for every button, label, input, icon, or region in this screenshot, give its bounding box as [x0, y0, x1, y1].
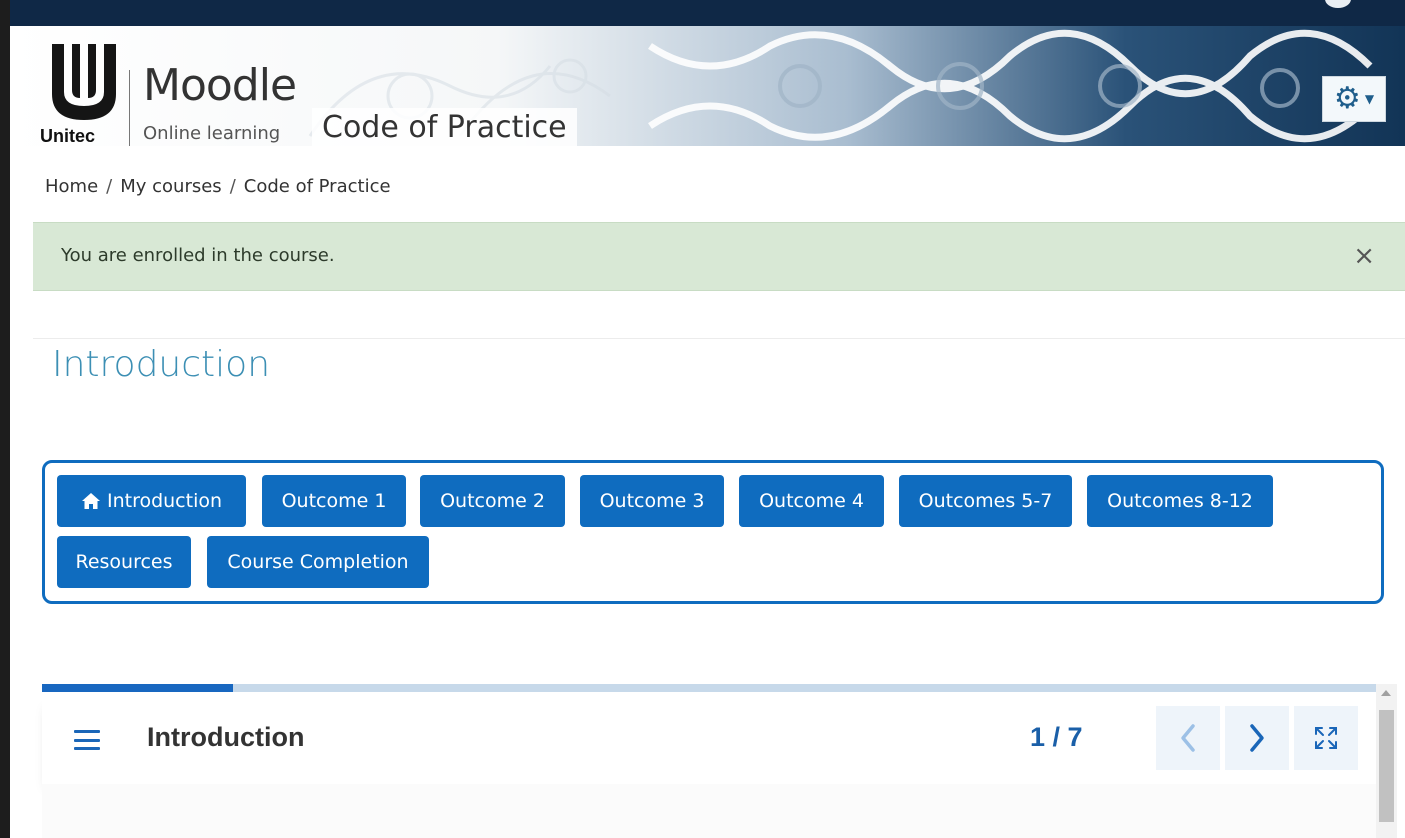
close-icon[interactable]: ×	[1353, 241, 1375, 271]
nav-button-introduction[interactable]: Introduction	[57, 475, 246, 527]
book-content-area	[42, 784, 1376, 838]
window-orb	[1325, 0, 1351, 8]
scrollbar-thumb[interactable]	[1379, 710, 1394, 822]
nav-button-label: Introduction	[106, 490, 223, 512]
nav-button-outcome-4[interactable]: Outcome 4	[739, 475, 884, 527]
course-title-box: Code of Practice	[312, 108, 577, 146]
book-progress-bar	[42, 684, 1376, 692]
course-nav-box: Introduction Outcome 1 Outcome 2 Outcome…	[42, 460, 1384, 604]
window-top-bar	[0, 0, 1405, 26]
page-counter: 1 / 7	[1030, 722, 1083, 752]
menu-icon[interactable]	[74, 730, 100, 750]
nav-button-outcome-2[interactable]: Outcome 2	[420, 475, 565, 527]
breadcrumb-separator: /	[229, 176, 236, 197]
window-left-edge	[0, 0, 10, 838]
chevron-left-icon	[1181, 724, 1195, 752]
moodle-brand-text: Moodle	[143, 60, 297, 111]
breadcrumb-home[interactable]: Home	[45, 176, 98, 197]
section-title: Introduction	[52, 344, 271, 385]
site-header: Unitec Moodle Online learning Code of Pr…	[10, 26, 1405, 146]
moodle-tagline: Online learning	[143, 123, 281, 144]
breadcrumb-current-course[interactable]: Code of Practice	[244, 176, 391, 197]
previous-page-button[interactable]	[1156, 706, 1220, 770]
caret-down-icon: ▼	[1364, 92, 1375, 106]
book-chapter-title: Introduction	[147, 722, 305, 752]
unitec-brand-text: Unitec	[40, 126, 96, 146]
settings-menu-button[interactable]: ⚙ ▼	[1322, 76, 1386, 122]
next-page-button[interactable]	[1225, 706, 1289, 770]
breadcrumb-my-courses[interactable]: My courses	[120, 176, 221, 197]
breadcrumb-separator: /	[106, 176, 113, 197]
vertical-scrollbar[interactable]	[1376, 684, 1397, 838]
alert-message: You are enrolled in the course.	[61, 245, 335, 266]
enrolment-alert: You are enrolled in the course. ×	[33, 222, 1405, 291]
content-divider	[33, 338, 1405, 339]
expand-icon	[1315, 727, 1337, 749]
nav-button-outcomes-5-7[interactable]: Outcomes 5-7	[899, 475, 1072, 527]
book-toolbar: Introduction 1 / 7	[42, 692, 1376, 784]
unitec-logo-icon	[52, 44, 116, 120]
book-progress-fill	[42, 684, 233, 692]
breadcrumb: Home / My courses / Code of Practice	[45, 176, 391, 197]
scroll-up-arrow-icon[interactable]	[1381, 690, 1391, 696]
nav-button-outcome-1[interactable]: Outcome 1	[262, 475, 406, 527]
home-icon	[81, 492, 101, 510]
nav-button-course-completion[interactable]: Course Completion	[207, 536, 429, 588]
nav-button-outcomes-8-12[interactable]: Outcomes 8-12	[1087, 475, 1273, 527]
logo-divider	[129, 70, 130, 146]
nav-button-resources[interactable]: Resources	[57, 536, 191, 588]
fullscreen-button[interactable]	[1294, 706, 1358, 770]
nav-button-outcome-3[interactable]: Outcome 3	[580, 475, 724, 527]
gear-icon: ⚙	[1333, 81, 1361, 116]
course-title[interactable]: Code of Practice	[322, 110, 567, 145]
chevron-right-icon	[1250, 724, 1264, 752]
